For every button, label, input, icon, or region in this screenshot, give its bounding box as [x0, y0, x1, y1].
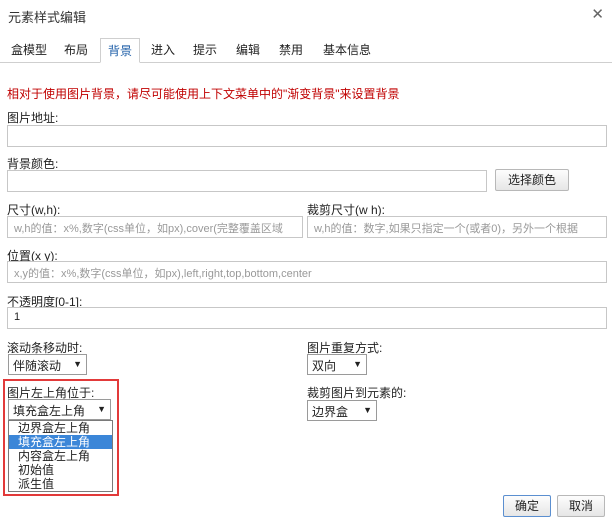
origin-dropdown-list: 边界盒左上角 填充盒左上角 内容盒左上角 初始值 派生值 [8, 420, 113, 492]
scroll-select-value: 伴随滚动 [13, 359, 62, 373]
origin-option-padding-box[interactable]: 填充盒左上角 [9, 435, 112, 449]
origin-option-initial[interactable]: 初始值 [9, 463, 112, 477]
scroll-select[interactable]: 伴随滚动 ▼ [8, 354, 87, 375]
close-icon[interactable]: ✕ [591, 5, 604, 23]
origin-select-value: 填充盒左上角 [13, 404, 86, 418]
clip-select-value: 边界盒 [312, 405, 349, 419]
chevron-down-icon: ▼ [73, 359, 82, 369]
crop-size-input[interactable]: w,h的值：数字,如果只指定一个(或者0)，另外一个根据 [307, 216, 607, 238]
tab-basic-info[interactable]: 基本信息 [318, 38, 376, 63]
tab-background[interactable]: 背景 [100, 38, 140, 63]
dialog-titlebar: 元素样式编辑 ✕ [0, 0, 612, 30]
tab-disable[interactable]: 禁用 [274, 38, 308, 63]
clip-label: 裁剪图片到元素的: [307, 386, 407, 400]
image-url-label: 图片地址: [7, 111, 59, 125]
repeat-select-value: 双向 [312, 359, 337, 373]
tab-edit[interactable]: 编辑 [231, 38, 265, 63]
repeat-select[interactable]: 双向 ▼ [307, 354, 367, 375]
image-url-input[interactable] [7, 125, 607, 147]
opacity-input[interactable]: 1 [7, 307, 607, 329]
origin-option-content-box[interactable]: 内容盒左上角 [9, 449, 112, 463]
origin-select[interactable]: 填充盒左上角 ▼ [8, 399, 111, 420]
cancel-button[interactable]: 取消 [557, 495, 605, 517]
tab-bar: 盒模型 布局 背景 进入 提示 编辑 禁用 基本信息 [0, 36, 612, 63]
position-input[interactable]: x,y的值：x%,数字(css单位，如px),left,right,top,bo… [7, 261, 607, 283]
chevron-down-icon: ▼ [97, 404, 106, 414]
tab-tips[interactable]: 提示 [188, 38, 222, 63]
origin-option-border-box[interactable]: 边界盒左上角 [9, 421, 112, 435]
ok-button[interactable]: 确定 [503, 495, 551, 517]
bg-color-input[interactable] [7, 170, 487, 192]
tab-layout[interactable]: 布局 [58, 38, 94, 63]
chevron-down-icon: ▼ [363, 405, 372, 415]
chevron-down-icon: ▼ [353, 359, 362, 369]
origin-option-inherit[interactable]: 派生值 [9, 477, 112, 491]
tab-box-model[interactable]: 盒模型 [4, 38, 54, 63]
size-input[interactable]: w,h的值：x%,数字(css单位，如px),cover(完整覆盖区域 [7, 216, 303, 238]
choose-color-button[interactable]: 选择颜色 [495, 169, 569, 191]
dialog-title: 元素样式编辑 [8, 10, 87, 25]
clip-select[interactable]: 边界盒 ▼ [307, 400, 377, 421]
tab-enter[interactable]: 进入 [146, 38, 180, 63]
background-hint: 相对于使用图片背景，请尽可能使用上下文菜单中的"渐变背景"来设置背景 [7, 87, 400, 101]
